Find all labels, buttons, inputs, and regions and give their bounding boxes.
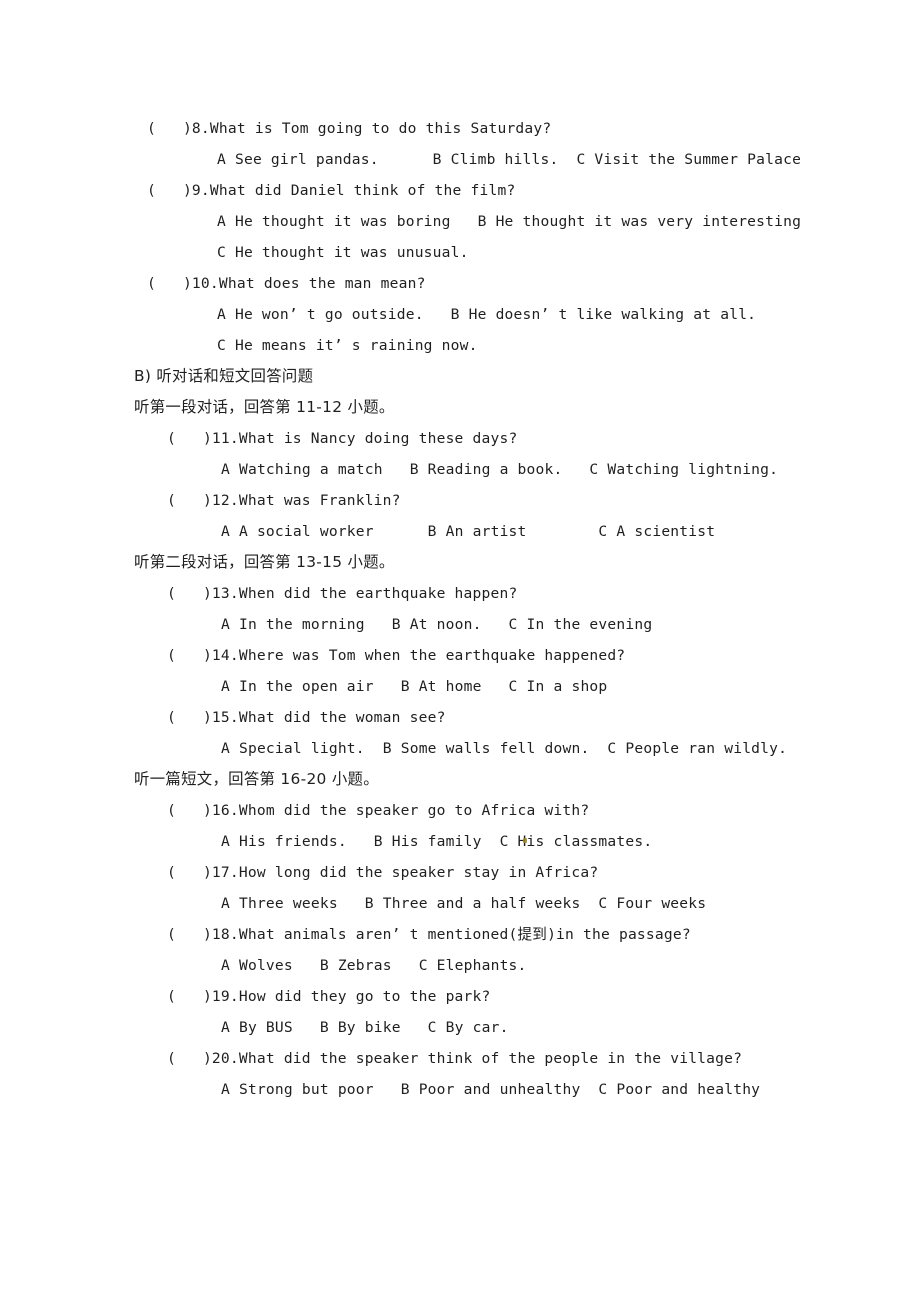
section-direction-line-dir1112: 听第一段对话，回答第 11-12 小题。 <box>134 398 395 416</box>
answer-options-line-q16opt: A His friends. B His family C His classm… <box>221 833 653 850</box>
section-direction-line-dir1315: 听第二段对话，回答第 13-15 小题。 <box>134 553 395 571</box>
question-line-q13: ( )13.When did the earthquake happen? <box>167 585 518 602</box>
answer-options-line-q19opt: A By BUS B By bike C By car. <box>221 1019 509 1036</box>
listening-section-text: ( )8.What is Tom going to do this Saturd… <box>0 113 920 1105</box>
answer-options-line-q20opt: A Strong but poor B Poor and unhealthy C… <box>221 1081 761 1098</box>
answer-options-line-q9optAB: A He thought it was boring B He thought … <box>217 213 802 230</box>
scan-speck-artifact <box>523 838 527 843</box>
answer-options-line-q12opt: A A social worker B An artist C A scient… <box>221 523 716 540</box>
question-line-q8: ( )8.What is Tom going to do this Saturd… <box>147 120 552 137</box>
section-direction-line-sectionB: B) 听对话和短文回答问题 <box>134 367 314 385</box>
question-line-q17: ( )17.How long did the speaker stay in A… <box>167 864 599 881</box>
question-line-q20: ( )20.What did the speaker think of the … <box>167 1050 743 1067</box>
exam-paper-page: ( )8.What is Tom going to do this Saturd… <box>0 0 920 1302</box>
section-direction-line-dir1620: 听一篇短文，回答第 16-20 小题。 <box>134 770 379 788</box>
answer-options-line-q13opt: A In the morning B At noon. C In the eve… <box>221 616 653 633</box>
answer-options-line-q10optAB: A He won’ t go outside. B He doesn’ t li… <box>217 306 757 323</box>
question-line-q19: ( )19.How did they go to the park? <box>167 988 491 1005</box>
question-line-q10: ( )10.What does the man mean? <box>147 275 426 292</box>
question-line-q12: ( )12.What was Franklin? <box>167 492 401 509</box>
answer-options-line-q10optC: C He means it’ s raining now. <box>217 337 478 354</box>
answer-options-line-q9optC: C He thought it was unusual. <box>217 244 469 261</box>
question-line-q15: ( )15.What did the woman see? <box>167 709 446 726</box>
answer-options-line-q8opt: A See girl pandas. B Climb hills. C Visi… <box>217 151 802 168</box>
answer-options-line-q18opt: A Wolves B Zebras C Elephants. <box>221 957 527 974</box>
question-line-q9: ( )9.What did Daniel think of the film? <box>147 182 516 199</box>
answer-options-line-q15opt: A Special light. B Some walls fell down.… <box>221 740 788 757</box>
answer-options-line-q14opt: A In the open air B At home C In a shop <box>221 678 608 695</box>
answer-options-line-q11opt: A Watching a match B Reading a book. C W… <box>221 461 779 478</box>
question-line-q14: ( )14.Where was Tom when the earthquake … <box>167 647 626 664</box>
inline-chinese-gloss: 提到 <box>517 926 548 943</box>
question-line-q11: ( )11.What is Nancy doing these days? <box>167 430 518 447</box>
answer-options-line-q17opt: A Three weeks B Three and a half weeks C… <box>221 895 707 912</box>
question-line-q16: ( )16.Whom did the speaker go to Africa … <box>167 802 590 819</box>
question-line-q18: ( )18.What animals aren’ t mentioned(提到)… <box>167 926 691 943</box>
